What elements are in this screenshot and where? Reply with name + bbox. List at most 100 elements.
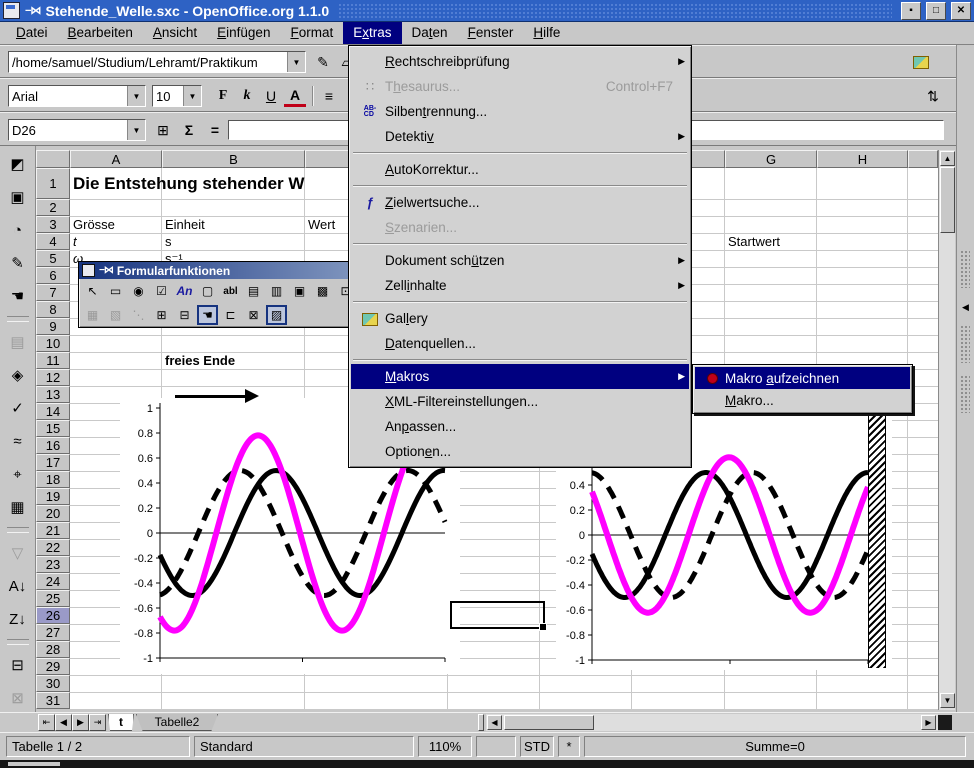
column-header-partial[interactable]: [908, 150, 938, 168]
url-dropdown-icon[interactable]: ▼: [287, 52, 305, 72]
menu-item-optionen[interactable]: Optionen...: [351, 439, 689, 464]
row-header-3[interactable]: 3: [36, 216, 70, 233]
group-box-icon[interactable]: ▢: [197, 281, 218, 301]
cell-reference-input[interactable]: [9, 123, 127, 138]
cell-reference-dropdown-icon[interactable]: ▼: [127, 120, 145, 140]
row-header-24[interactable]: 24: [36, 573, 70, 590]
menu-item-rechtschreibprüfung[interactable]: Rechtschreibprüfung▶: [351, 49, 689, 74]
datapilot-icon[interactable]: ▦: [5, 494, 31, 520]
form-functions-icon[interactable]: ☚: [5, 283, 31, 309]
option-button-icon[interactable]: ◉: [128, 281, 149, 301]
font-name-input[interactable]: [9, 89, 127, 104]
row-header-27[interactable]: 27: [36, 624, 70, 641]
row-header-25[interactable]: 25: [36, 590, 70, 607]
form-design-icon[interactable]: ▨: [266, 305, 287, 325]
menubar-item-bearbeiten[interactable]: Bearbeiten: [58, 22, 143, 44]
row-header-17[interactable]: 17: [36, 454, 70, 471]
url-input[interactable]: [9, 55, 287, 70]
auto-spellcheck-icon[interactable]: ≈: [5, 428, 31, 454]
row-header-6[interactable]: 6: [36, 267, 70, 284]
resize-grip[interactable]: [8, 762, 60, 766]
row-header-22[interactable]: 22: [36, 539, 70, 556]
dock-handle[interactable]: [960, 375, 970, 413]
row-header-9[interactable]: 9: [36, 318, 70, 335]
fixed-end-wall-hatch[interactable]: [868, 416, 886, 668]
table-control-icon[interactable]: ⊞: [151, 305, 172, 325]
selection-mode[interactable]: STD: [520, 736, 554, 757]
image-button-icon[interactable]: ▣: [289, 281, 310, 301]
dock-handle[interactable]: [960, 325, 970, 363]
check-box-icon[interactable]: ☑: [151, 281, 172, 301]
menubar-item-hilfe[interactable]: Hilfe: [523, 22, 570, 44]
sort-descending-icon[interactable]: Z↓: [5, 606, 31, 632]
font-color-button[interactable]: A: [284, 85, 306, 107]
maximize-button[interactable]: □: [926, 2, 946, 20]
zoom-level[interactable]: 110%: [418, 736, 472, 757]
row-header-15[interactable]: 15: [36, 420, 70, 437]
row-header-20[interactable]: 20: [36, 505, 70, 522]
window-pin-icon[interactable]: −⋈: [25, 4, 40, 17]
row-header-28[interactable]: 28: [36, 641, 70, 658]
menu-item-xml-filtereinstellungen[interactable]: XML-Filtereinstellungen...: [351, 389, 689, 414]
menu-item-gallery[interactable]: Gallery: [351, 306, 689, 331]
cell-a4[interactable]: t: [70, 233, 165, 250]
menu-item-anpassen[interactable]: Anpassen...: [351, 414, 689, 439]
row-header-13[interactable]: 13: [36, 386, 70, 403]
menu-item-datenquellen[interactable]: Datenquellen...: [351, 331, 689, 356]
row-header-5[interactable]: 5: [36, 250, 70, 267]
page-style[interactable]: Standard: [194, 736, 414, 757]
list-box-icon[interactable]: ▤: [243, 281, 264, 301]
vertical-scroll-thumb[interactable]: [940, 167, 955, 233]
horizontal-scroll-thumb[interactable]: [504, 715, 594, 730]
insert-mode[interactable]: [476, 736, 516, 757]
cell-cursor[interactable]: [450, 601, 545, 629]
row-header-7[interactable]: 7: [36, 284, 70, 301]
form-toolbar-pin-icon[interactable]: −⋈: [99, 265, 113, 276]
control-properties-icon[interactable]: ▦: [82, 305, 103, 325]
sheet-position[interactable]: Tabelle 1 / 2: [6, 736, 190, 757]
menubar-item-fenster[interactable]: Fenster: [458, 22, 524, 44]
cell-reference-box[interactable]: ▼: [8, 119, 146, 141]
draw-functions-icon[interactable]: ✎: [5, 250, 31, 276]
column-header-a[interactable]: A: [70, 150, 162, 168]
close-button[interactable]: ✕: [951, 2, 971, 20]
push-button-icon[interactable]: ⊠: [243, 305, 264, 325]
row-header-29[interactable]: 29: [36, 658, 70, 675]
form-properties-icon[interactable]: ▧: [105, 305, 126, 325]
font-name-dropdown-icon[interactable]: ▼: [127, 86, 145, 106]
cell-b4[interactable]: s: [162, 233, 308, 250]
prev-sheet-icon[interactable]: ◀: [55, 714, 72, 731]
column-header-h[interactable]: H: [817, 150, 908, 168]
spellcheck-icon[interactable]: ✓: [5, 395, 31, 421]
menubar-item-format[interactable]: Format: [280, 22, 343, 44]
font-size-combobox[interactable]: ▼: [152, 85, 202, 107]
select-icon[interactable]: ↖: [82, 281, 103, 301]
font-size-input[interactable]: [153, 89, 183, 104]
free-end-arrow-drawing[interactable]: [175, 389, 259, 405]
row-header-19[interactable]: 19: [36, 488, 70, 505]
row-header-31[interactable]: 31: [36, 692, 70, 709]
menu-item-detektiv[interactable]: Detektiv▶: [351, 124, 689, 149]
row-header-23[interactable]: 23: [36, 556, 70, 573]
menubar-item-einfügen[interactable]: Einfügen: [207, 22, 280, 44]
form-functions-toolbar[interactable]: −⋈ Formularfunktionen ↖▭◉☑An▢abl▤▥▣▩⊡ ▦▧…: [78, 261, 364, 328]
title-bar[interactable]: −⋈ Stehende_Welle.sxc - OpenOffice.org 1…: [0, 0, 974, 22]
sort-toolbar-icon[interactable]: ⇅: [922, 85, 944, 107]
label-field-icon[interactable]: An: [174, 281, 195, 301]
italic-button[interactable]: k: [236, 85, 258, 107]
menu-item-silbentrennung[interactable]: AB-CDSilbentrennung...: [351, 99, 689, 124]
column-header-b[interactable]: B: [162, 150, 305, 168]
design-mode-icon[interactable]: ☚: [197, 305, 218, 325]
url-combobox[interactable]: ▼: [8, 51, 306, 73]
row-header-2[interactable]: 2: [36, 199, 70, 216]
align-left-icon[interactable]: ≡: [318, 85, 340, 107]
row-header-4[interactable]: 4: [36, 233, 70, 250]
autofilter-icon[interactable]: ▽: [5, 540, 31, 566]
minimize-button[interactable]: ▪: [901, 2, 921, 20]
dock-handle[interactable]: [960, 250, 970, 288]
first-sheet-icon[interactable]: ⇤: [38, 714, 55, 731]
menubar-item-daten[interactable]: Daten: [402, 22, 458, 44]
dock-collapse-icon[interactable]: ◀: [959, 295, 972, 319]
cell-a3[interactable]: Grösse: [70, 216, 165, 233]
row-header-14[interactable]: 14: [36, 403, 70, 420]
